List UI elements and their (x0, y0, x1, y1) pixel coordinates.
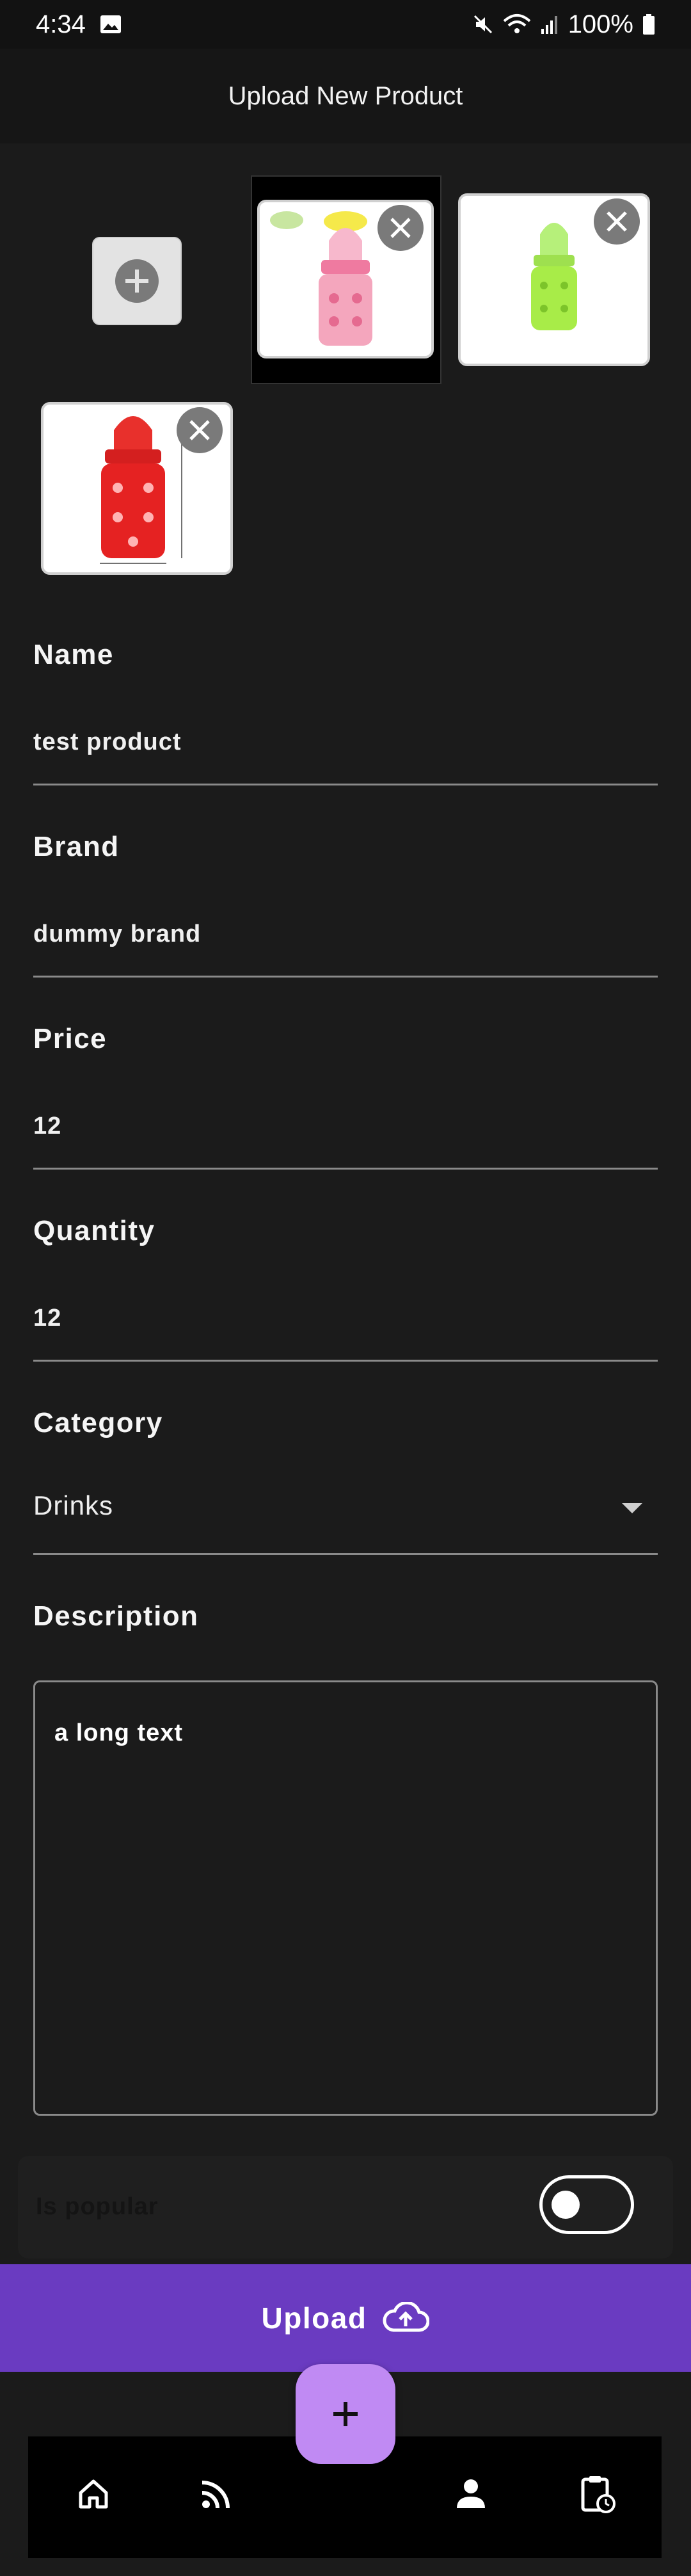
upload-button[interactable]: Upload (0, 2264, 691, 2372)
name-field: Name test product (33, 639, 658, 786)
popular-label: Is popular (36, 2193, 159, 2220)
nav-feed[interactable] (191, 2468, 242, 2520)
category-selected-value: Drinks (33, 1490, 114, 1520)
price-input[interactable]: 12 (33, 1113, 61, 1140)
clipboard-clock-icon (581, 2476, 616, 2513)
gallery-icon (100, 15, 121, 33)
remove-image-button-2[interactable] (594, 198, 640, 245)
home-icon (79, 2479, 108, 2509)
person-icon (457, 2479, 485, 2508)
brand-input[interactable]: dummy brand (33, 921, 201, 948)
category-dropdown[interactable]: Drinks (33, 1490, 658, 1535)
category-field: Category Drinks (33, 1407, 658, 1556)
quantity-input[interactable]: 12 (33, 1305, 61, 1332)
add-fab[interactable] (296, 2364, 395, 2464)
upload-label: Upload (261, 2301, 367, 2335)
popular-toggle[interactable] (539, 2175, 634, 2234)
status-bar: 4:34 100% (0, 0, 691, 49)
feed-icon (202, 2481, 230, 2509)
plus-icon (333, 2402, 358, 2426)
name-label: Name (33, 639, 114, 670)
signal-icon (541, 16, 557, 34)
quantity-underline (33, 1360, 658, 1362)
app-bar: Upload New Product (0, 49, 691, 143)
dropdown-arrow-icon (622, 1503, 642, 1513)
battery-icon (643, 14, 655, 35)
close-icon (189, 420, 210, 440)
remove-image-button-1[interactable] (377, 205, 424, 251)
brand-label: Brand (33, 831, 120, 862)
status-icons: 100% (472, 10, 655, 39)
toggle-knob (552, 2191, 580, 2219)
name-input[interactable]: test product (33, 729, 182, 756)
brand-field: Brand dummy brand (33, 831, 658, 978)
description-label: Description (33, 1600, 199, 1632)
nav-profile[interactable] (445, 2468, 496, 2520)
close-icon (607, 211, 627, 232)
nav-orders[interactable] (572, 2468, 623, 2520)
price-field: Price 12 (33, 1023, 658, 1170)
description-text: a long text (54, 1719, 184, 1746)
description-field: Description (33, 1600, 658, 1639)
page-title: Upload New Product (228, 81, 463, 110)
wifi-icon (503, 14, 531, 33)
status-time: 4:34 (36, 10, 86, 38)
image-picker-section (0, 143, 691, 592)
remove-image-button-3[interactable] (177, 407, 223, 453)
price-underline (33, 1168, 658, 1170)
mute-icon (473, 15, 492, 34)
category-label: Category (33, 1407, 163, 1438)
brand-underline (33, 976, 658, 978)
cloud-upload-icon (383, 2302, 430, 2332)
name-underline (33, 784, 658, 785)
category-underline (33, 1553, 658, 1555)
plus-circle-icon (115, 259, 159, 303)
close-icon (390, 218, 411, 238)
nav-home[interactable] (68, 2468, 119, 2520)
battery-percent: 100% (568, 10, 633, 38)
description-textarea[interactable]: a long text (33, 1680, 658, 2116)
price-label: Price (33, 1023, 107, 1054)
add-image-button[interactable] (92, 237, 182, 325)
quantity-label: Quantity (33, 1215, 155, 1246)
popular-row: Is popular (18, 2156, 673, 2258)
quantity-field: Quantity 12 (33, 1215, 658, 1362)
